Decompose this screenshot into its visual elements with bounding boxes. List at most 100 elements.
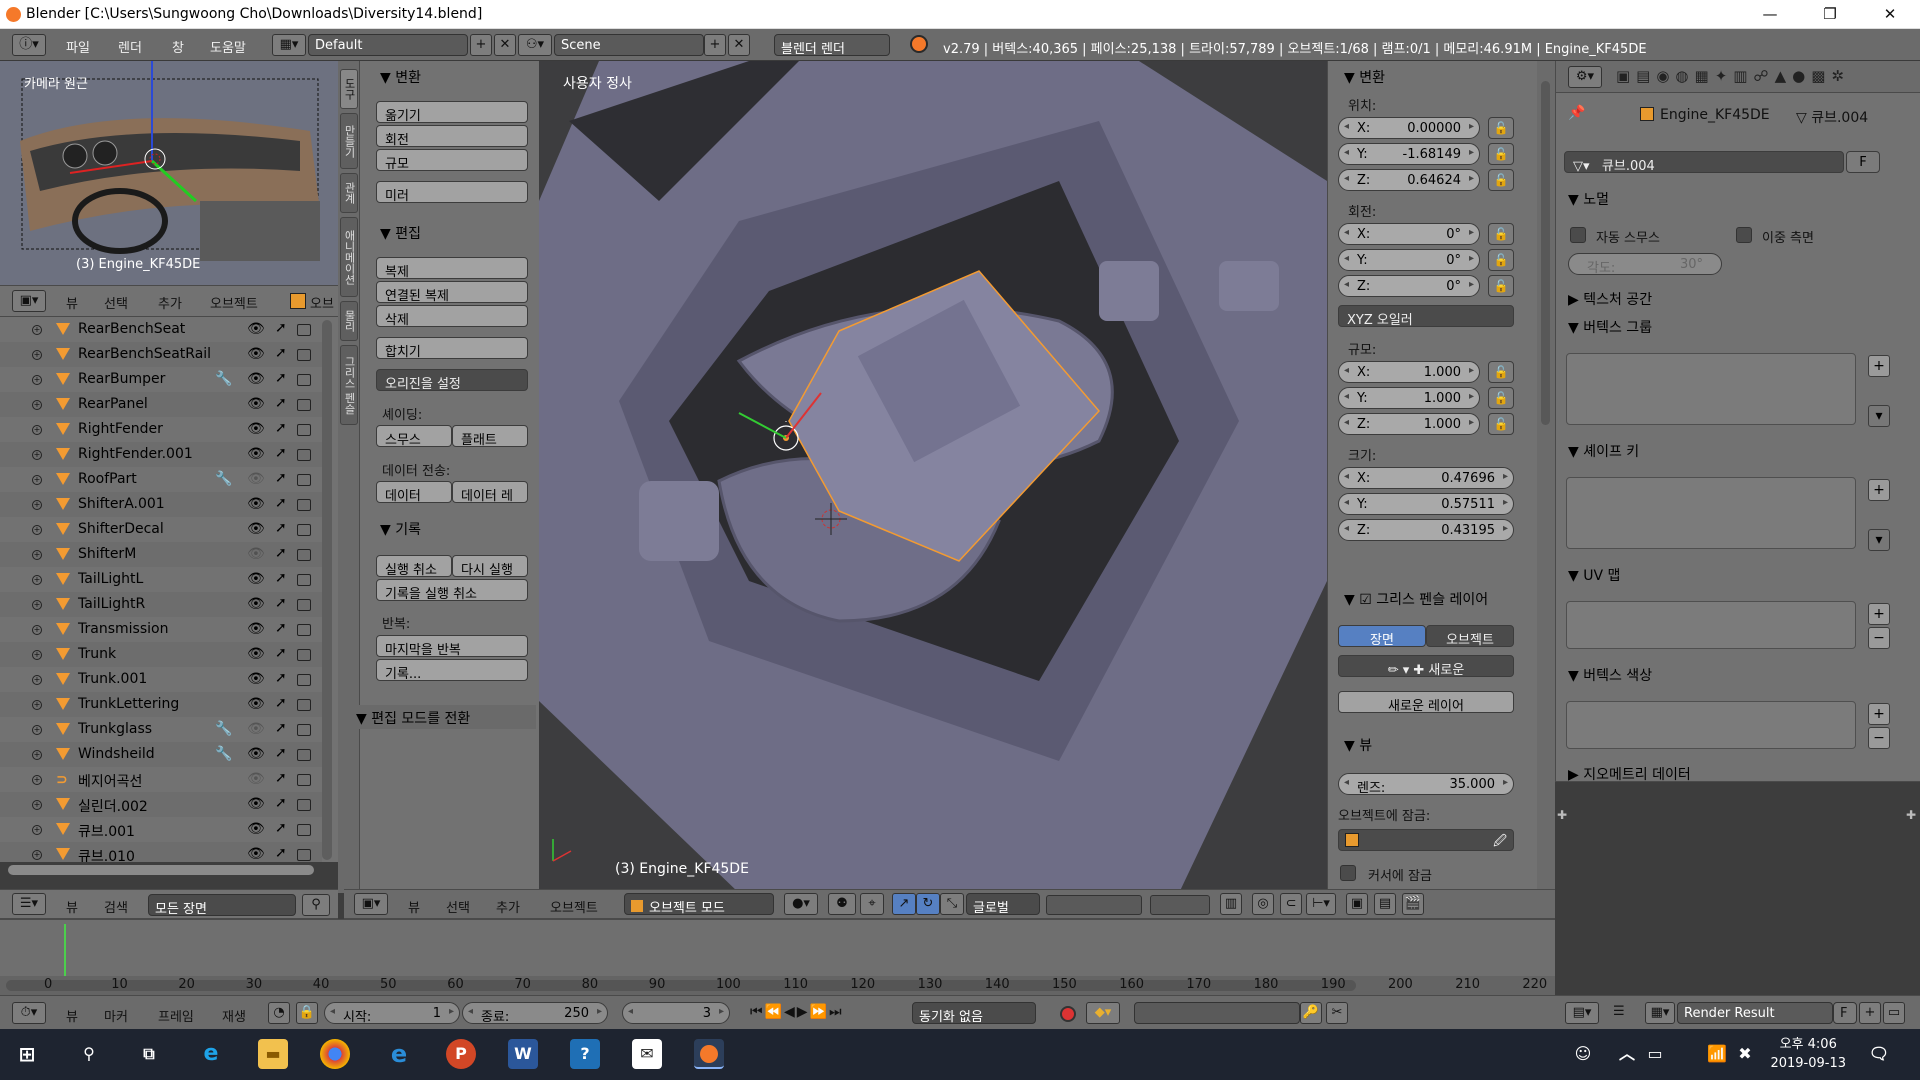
- visibility-eye-icon[interactable]: 👁: [247, 446, 265, 462]
- panel-mode-toggle-header[interactable]: ▼ 편집 모드를 전환: [350, 705, 536, 729]
- gp-new-layer-button[interactable]: 새로운 레이어: [1338, 691, 1514, 713]
- timeline-area[interactable]: 0 10 20 30 40 50 60 70 80 90 100 110 120 130 140 150 160…: [0, 919, 1555, 996]
- chrome-icon[interactable]: [320, 1039, 350, 1069]
- translate-manipulator-icon[interactable]: ↗: [892, 893, 916, 915]
- minimize-button[interactable]: —: [1740, 0, 1800, 29]
- auto-smooth-checkbox[interactable]: [1570, 227, 1586, 243]
- render-camera-icon[interactable]: [297, 649, 311, 661]
- visibility-eye-icon[interactable]: 👁: [247, 596, 265, 612]
- image-name-field[interactable]: Render Result: [1677, 1002, 1833, 1024]
- scale-manipulator-icon[interactable]: ⤡: [940, 893, 964, 915]
- vertex-color-add-button[interactable]: +: [1868, 703, 1890, 725]
- scale-button[interactable]: 규모: [376, 149, 528, 171]
- current-frame-field[interactable]: ◂ 3 ▸: [622, 1002, 730, 1024]
- modifier-wrench-icon[interactable]: 🔧: [215, 721, 232, 737]
- render-camera-icon[interactable]: [297, 324, 311, 336]
- outliner-menu-view[interactable]: 뷰: [66, 293, 78, 312]
- rotate-manipulator-icon[interactable]: ↻: [916, 893, 940, 915]
- data-transfer-button[interactable]: 데이터: [376, 481, 452, 503]
- interaction-mode-select[interactable]: 오브젝트 모드: [624, 893, 774, 916]
- expand-icon[interactable]: +: [32, 750, 42, 760]
- image-open-icon[interactable]: ▭: [1883, 1002, 1905, 1024]
- shade-smooth-button[interactable]: 스무스: [376, 425, 452, 447]
- outliner-row[interactable]: + RightFender.001 👁 ➚: [0, 442, 322, 467]
- tab-create[interactable]: 만들기: [340, 113, 358, 169]
- lock-scale-x-icon[interactable]: 🔓: [1488, 361, 1514, 383]
- outliner-menu-object[interactable]: 오브젝트: [210, 293, 258, 312]
- mesh-name-field[interactable]: ▽▾ 큐브.004: [1564, 151, 1844, 173]
- repeat-last-button[interactable]: 마지막을 반복: [376, 635, 528, 657]
- scale-x-field[interactable]: ◂ X: 1.000 ▸: [1338, 361, 1480, 383]
- location-y-field[interactable]: ◂ Y: -1.68149 ▸: [1338, 143, 1480, 165]
- word-icon[interactable]: W: [508, 1039, 538, 1069]
- outliner-item-name[interactable]: 실린더.002: [78, 796, 148, 816]
- keying-set-field[interactable]: [1134, 1002, 1300, 1024]
- scale-y-field[interactable]: ◂ Y: 1.000 ▸: [1338, 387, 1480, 409]
- move-button[interactable]: 옮기기: [376, 101, 528, 123]
- edge-icon[interactable]: e: [196, 1039, 226, 1069]
- fake-user-button[interactable]: F: [1846, 151, 1880, 173]
- shape-key-add-button[interactable]: +: [1868, 479, 1890, 501]
- timeline-scrollbar[interactable]: [6, 980, 1356, 991]
- n-transform-header[interactable]: ▼ 변환: [1344, 67, 1385, 87]
- expand-icon[interactable]: +: [32, 700, 42, 710]
- render-camera-icon[interactable]: [297, 824, 311, 836]
- render-camera-icon[interactable]: [297, 524, 311, 536]
- render-camera-icon[interactable]: [297, 349, 311, 361]
- expand-icon[interactable]: +: [32, 600, 42, 610]
- visibility-eye-icon[interactable]: 👁: [247, 546, 265, 562]
- render-camera-icon[interactable]: [297, 799, 311, 811]
- tab-relations[interactable]: 관계: [340, 173, 358, 213]
- visibility-eye-icon[interactable]: 👁: [247, 346, 265, 362]
- layer-buttons-b[interactable]: [1150, 895, 1210, 915]
- outliner-menu-add[interactable]: 추가: [158, 293, 182, 312]
- selectable-cursor-icon[interactable]: ➚: [275, 420, 287, 436]
- system-clock[interactable]: 오후 4:06 2019-09-13: [1770, 1035, 1846, 1073]
- render-camera-icon[interactable]: [297, 749, 311, 761]
- show-hidden-icons[interactable]: ︿: [1612, 1039, 1642, 1069]
- opengl-render-animation-icon[interactable]: ▤: [1374, 893, 1396, 915]
- lock-scale-y-icon[interactable]: 🔓: [1488, 387, 1514, 409]
- selectable-cursor-icon[interactable]: ➚: [275, 545, 287, 561]
- visibility-eye-icon[interactable]: 👁: [247, 821, 265, 837]
- outliner-item-name[interactable]: ShifterA.001: [78, 496, 165, 512]
- redo-button[interactable]: 다시 실행: [452, 555, 528, 577]
- render-camera-icon[interactable]: [297, 424, 311, 436]
- visibility-eye-icon[interactable]: 👁: [247, 671, 265, 687]
- selectable-cursor-icon[interactable]: ➚: [275, 470, 287, 486]
- outliner-row[interactable]: + ShifterDecal 👁 ➚: [0, 517, 322, 542]
- editor-type-3d-icon[interactable]: ▣▾: [12, 290, 46, 312]
- outliner-item-name[interactable]: TrunkLettering: [78, 696, 179, 712]
- mail-icon[interactable]: ✉: [632, 1039, 662, 1069]
- timeline-menu-view[interactable]: 뷰: [66, 1006, 78, 1025]
- windows-start-icon[interactable]: ⊞: [12, 1039, 42, 1069]
- mirror-button[interactable]: 미러: [376, 181, 528, 203]
- render-camera-icon[interactable]: [297, 674, 311, 686]
- outliner-item-name[interactable]: RearPanel: [78, 396, 148, 412]
- outliner-item-name[interactable]: TailLightR: [78, 596, 145, 612]
- geometry-data-header[interactable]: ▶ 지오메트리 데이터: [1568, 764, 1691, 781]
- set-origin-select[interactable]: 오리진을 설정: [376, 369, 528, 391]
- insert-keyframe-icon[interactable]: 🔑: [1300, 1002, 1322, 1024]
- outliner-row[interactable]: + 큐브.010 👁 ➚: [0, 842, 322, 862]
- outlook-app-icon[interactable]: ?: [570, 1039, 600, 1069]
- outliner-menu-object-short[interactable]: 오브: [310, 293, 334, 312]
- image-editor-area[interactable]: ✚ ✚: [1555, 781, 1920, 995]
- selectable-cursor-icon[interactable]: ➚: [275, 320, 287, 336]
- record-icon[interactable]: [1060, 1006, 1076, 1022]
- outliner-item-name[interactable]: RoofPart: [78, 471, 137, 487]
- volume-icon[interactable]: ✖: [1730, 1039, 1760, 1069]
- selectable-cursor-icon[interactable]: ➚: [275, 845, 287, 861]
- outliner-item-name[interactable]: ShifterDecal: [78, 521, 164, 537]
- selectable-cursor-icon[interactable]: ➚: [275, 345, 287, 361]
- render-camera-icon[interactable]: [297, 849, 311, 861]
- expand-icon[interactable]: +: [32, 575, 42, 585]
- tab-animation[interactable]: 애니메이션: [340, 217, 358, 297]
- outliner-item-name[interactable]: RearBenchSeat: [78, 321, 185, 337]
- remove-scene-icon[interactable]: ✕: [728, 34, 750, 56]
- playback-controls[interactable]: ⏮⏪◀▶⏩⏭: [750, 1004, 844, 1020]
- expand-icon[interactable]: +: [32, 625, 42, 635]
- selectable-cursor-icon[interactable]: ➚: [275, 795, 287, 811]
- selectable-cursor-icon[interactable]: ➚: [275, 495, 287, 511]
- visibility-eye-icon[interactable]: 👁: [247, 471, 265, 487]
